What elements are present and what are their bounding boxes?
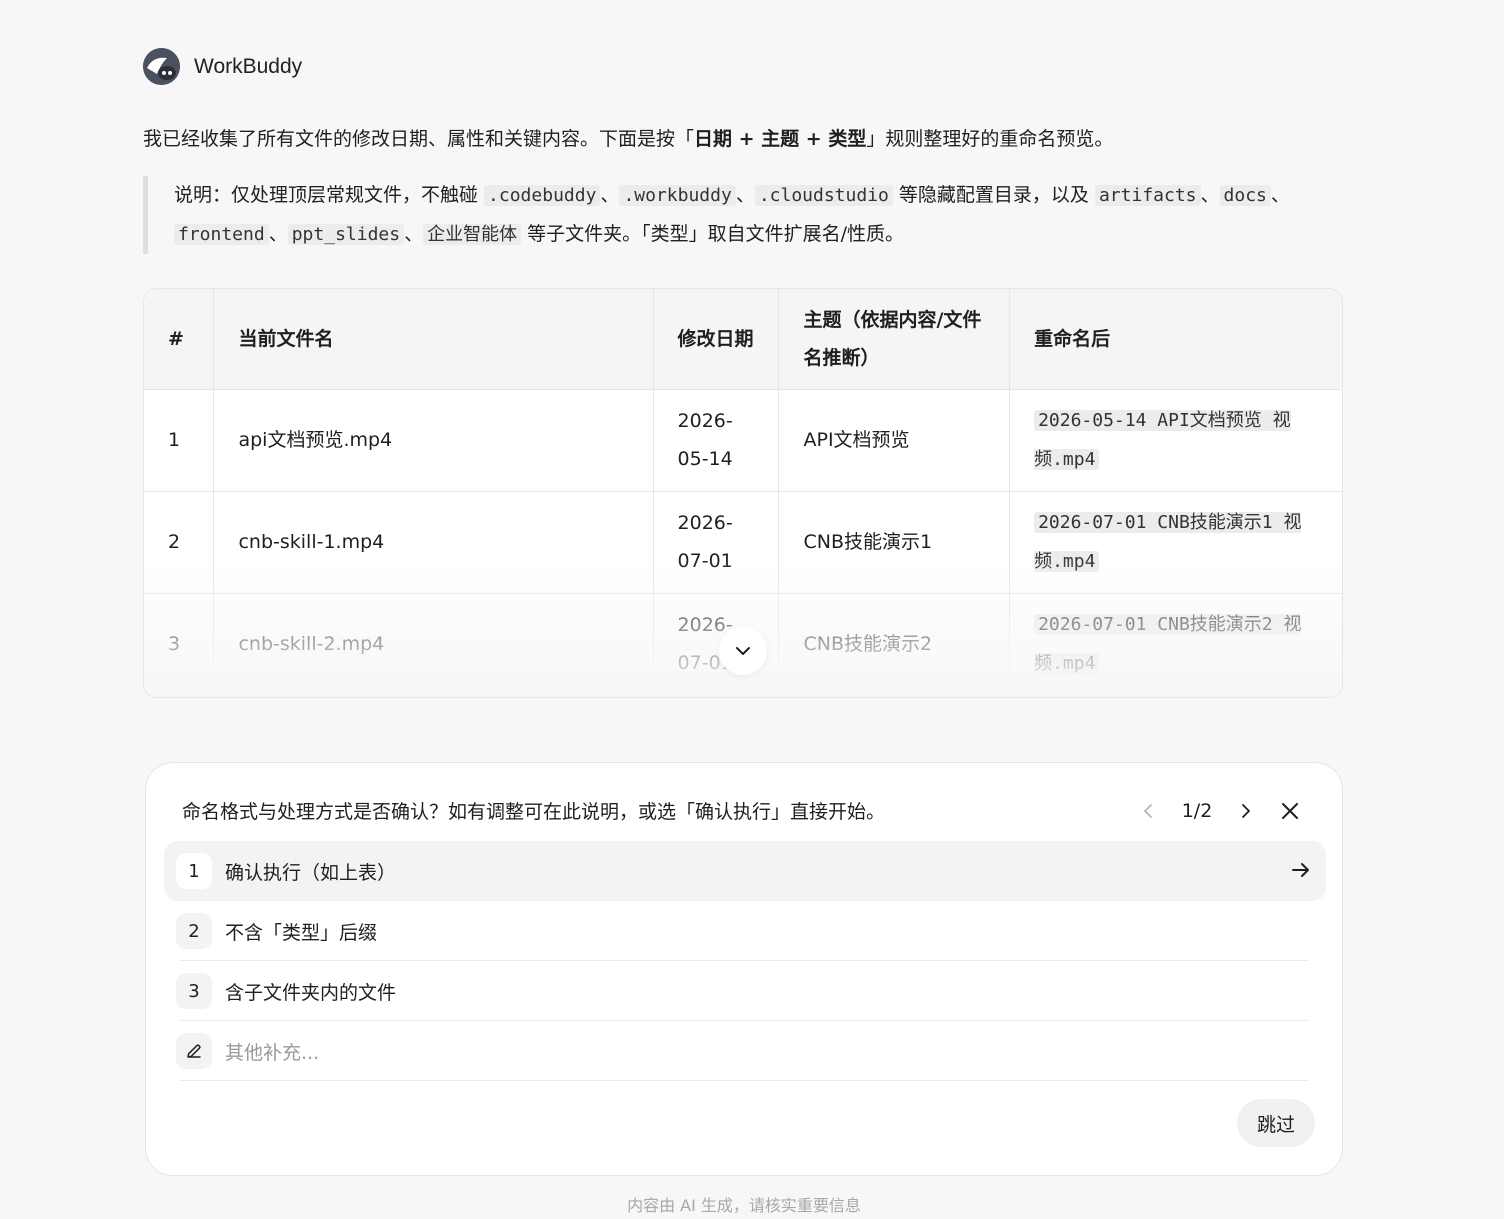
col-header-current-name: 当前文件名 — [213, 289, 654, 390]
cell-number: 2 — [144, 491, 215, 594]
code-cloudstudio: .cloudstudio — [754, 185, 893, 206]
cell-topic: API文档预览 — [778, 389, 1011, 492]
intro-rule: 日期 + 主题 + 类型 — [694, 128, 867, 150]
chevron-down-icon — [736, 647, 750, 655]
cell-renamed: 2026-05-14 API文档预览 视频.mp4 — [1009, 389, 1342, 492]
cell-number: 3 — [144, 593, 215, 696]
other-input-placeholder[interactable]: 其他补充... — [225, 1038, 319, 1065]
expand-table-button[interactable] — [719, 627, 767, 675]
chevron-left-icon — [1144, 804, 1152, 818]
workbuddy-avatar-icon — [143, 48, 180, 85]
prev-page-button[interactable] — [1131, 793, 1167, 829]
renamed-code: 2026-07-01 CNB技能演示1 视频.mp4 — [1034, 512, 1302, 572]
note-sep: 、 — [404, 223, 424, 245]
note-sep: 、 — [1200, 184, 1220, 206]
note-sep: 、 — [268, 223, 288, 245]
confirm-question-panel: 命名格式与处理方式是否确认？如有调整可在此说明，或选「确认执行」直接开始。 1/… — [145, 762, 1343, 1176]
option-include-subfolders[interactable]: 3 含子文件夹内的文件 — [164, 961, 1326, 1021]
intro-suffix: 」规则整理好的重命名预览。 — [866, 128, 1114, 150]
intro-prefix: 我已经收集了所有文件的修改日期、属性和关键内容。下面是按「 — [143, 128, 695, 150]
close-icon — [1282, 803, 1298, 819]
code-enterprise-agent: 企业智能体 — [423, 224, 522, 245]
code-docs: docs — [1219, 185, 1271, 206]
option-label: 确认执行（如上表） — [225, 861, 397, 884]
cell-date: 2026-07-01 — [653, 491, 780, 594]
option-no-type-suffix[interactable]: 2 不含「类型」后缀 — [164, 901, 1326, 961]
table-row: 1 api文档预览.mp4 2026-05-14 API文档预览 2026-05… — [144, 389, 1342, 492]
question-text: 命名格式与处理方式是否确认？如有调整可在此说明，或选「确认执行」直接开始。 — [182, 801, 886, 823]
cell-renamed: 2026-07-01 CNB技能演示2 视频.mp4 — [1009, 593, 1342, 696]
cell-renamed: 2026-07-01 CNB技能演示1 视频.mp4 — [1009, 491, 1342, 594]
col-header-renamed: 重命名后 — [1009, 289, 1342, 390]
cell-number: 1 — [144, 389, 215, 492]
code-workbuddy: .workbuddy — [619, 185, 736, 206]
app-name: WorkBuddy — [194, 54, 303, 78]
renamed-code: 2026-05-14 API文档预览 视频.mp4 — [1034, 410, 1291, 470]
code-artifacts: artifacts — [1094, 185, 1201, 206]
cell-current-name: api文档预览.mp4 — [213, 389, 654, 492]
option-label: 不含「类型」后缀 — [225, 921, 378, 944]
col-header-date: 修改日期 — [653, 289, 780, 390]
code-codebuddy: .codebuddy — [484, 185, 601, 206]
cell-current-name: cnb-skill-2.mp4 — [213, 593, 654, 696]
other-input-row[interactable]: 其他补充... — [164, 1021, 1326, 1081]
ai-disclaimer: 内容由 AI 生成，请核实重要信息 — [627, 1196, 861, 1215]
code-ppt-slides: ppt_slides — [287, 224, 405, 245]
option-number: 1 — [176, 853, 212, 889]
skip-button[interactable]: 跳过 — [1237, 1099, 1315, 1147]
note-text: 等子文件夹。「类型」取自文件扩展名/性质。 — [521, 223, 905, 245]
table-row: 2 cnb-skill-1.mp4 2026-07-01 CNB技能演示1 20… — [144, 491, 1342, 594]
chevron-right-icon — [1242, 804, 1250, 818]
col-header-number: # — [144, 289, 215, 390]
divider — [180, 1080, 1308, 1081]
note-text: 说明：仅处理顶层常规文件，不触碰 — [174, 184, 485, 206]
next-page-button[interactable] — [1227, 793, 1263, 829]
intro-text: 我已经收集了所有文件的修改日期、属性和关键内容。下面是按「日期 + 主题 + 类… — [143, 124, 1343, 154]
option-confirm-execute[interactable]: 1 确认执行（如上表） — [164, 841, 1326, 901]
arrow-right-icon — [1292, 863, 1309, 877]
note-text: 等隐藏配置目录，以及 — [892, 184, 1095, 206]
code-frontend: frontend — [174, 224, 269, 245]
cell-date: 2026-05-14 — [653, 389, 780, 492]
note-blockquote: 说明：仅处理顶层常规文件，不触碰 .codebuddy、 .workbuddy、.… — [143, 176, 1343, 254]
note-sep: 、 — [600, 184, 620, 206]
note-sep: 、 — [1270, 184, 1290, 206]
table-header-row: # 当前文件名 修改日期 主题（依据内容/文件名推断） 重命名后 — [144, 289, 1342, 390]
option-number: 3 — [176, 973, 212, 1009]
chat-header: WorkBuddy — [143, 48, 302, 85]
close-panel-button[interactable] — [1272, 793, 1308, 829]
pencil-icon — [176, 1033, 212, 1069]
col-header-topic: 主题（依据内容/文件名推断） — [778, 289, 1011, 390]
note-sep: 、 — [735, 184, 755, 206]
cell-current-name: cnb-skill-1.mp4 — [213, 491, 654, 594]
cell-topic: CNB技能演示1 — [778, 491, 1011, 594]
option-label: 含子文件夹内的文件 — [225, 981, 397, 1004]
question-pager: 1/2 — [1131, 793, 1263, 829]
renamed-code: 2026-07-01 CNB技能演示2 视频.mp4 — [1034, 614, 1302, 674]
cell-topic: CNB技能演示2 — [778, 593, 1011, 696]
page-indicator: 1/2 — [1181, 800, 1213, 822]
option-number: 2 — [176, 913, 212, 949]
